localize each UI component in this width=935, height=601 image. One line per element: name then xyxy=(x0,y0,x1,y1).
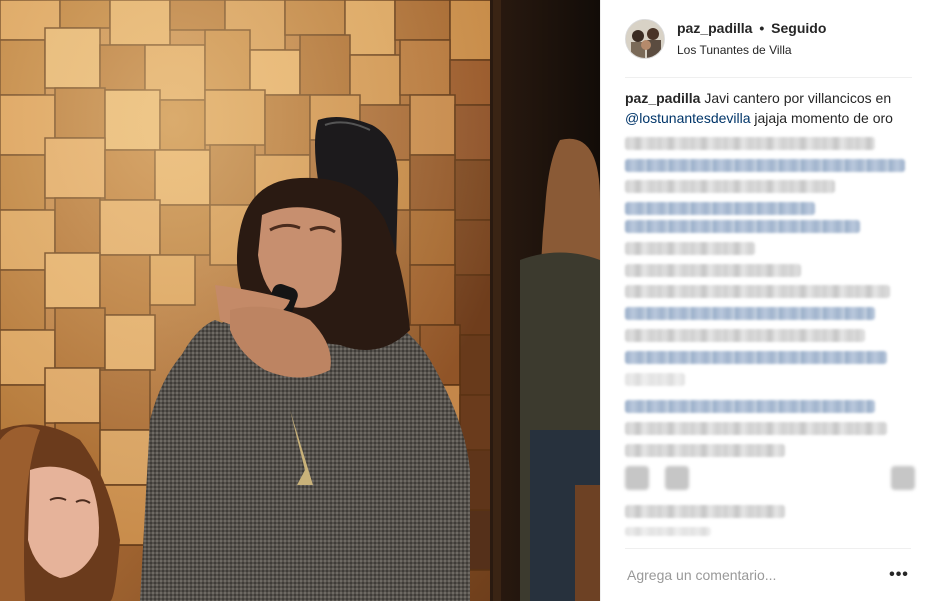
caption-mention-link[interactable]: @lostunantesdevilla xyxy=(625,110,751,126)
blurred-comment-3 xyxy=(625,220,915,286)
post-sidebar: paz_padilla • Seguido Los Tunantes de Vi… xyxy=(600,0,935,601)
location-link[interactable]: Los Tunantes de Villa xyxy=(677,42,826,58)
video-frame xyxy=(0,0,600,601)
caption-area: paz_padilla Javi cantero por villancicos… xyxy=(625,88,915,128)
blurred-comment-1 xyxy=(625,137,915,181)
profile-photo-icon xyxy=(626,20,664,58)
blurred-comment-4 xyxy=(625,285,915,395)
follow-status-button[interactable]: Seguido xyxy=(771,20,826,36)
caption-username[interactable]: paz_padilla xyxy=(625,90,700,106)
comment-input[interactable] xyxy=(625,567,887,583)
post-actions xyxy=(625,462,915,494)
blurred-comment-2 xyxy=(625,180,915,224)
more-options-icon[interactable]: ••• xyxy=(887,563,911,587)
header-text: paz_padilla • Seguido Los Tunantes de Vi… xyxy=(677,19,826,58)
header-username[interactable]: paz_padilla xyxy=(677,20,752,36)
blurred-comment-5 xyxy=(625,400,915,466)
header-title: paz_padilla • Seguido xyxy=(677,19,826,37)
add-comment-bar: ••• xyxy=(625,548,911,601)
avatar[interactable] xyxy=(625,19,665,59)
save-icon[interactable] xyxy=(891,466,915,490)
post-header: paz_padilla • Seguido Los Tunantes de Vi… xyxy=(601,0,935,78)
blurred-post-date xyxy=(625,527,711,545)
header-divider xyxy=(625,77,912,78)
caption-text-after: jajaja momento de oro xyxy=(754,110,893,126)
comment-icon[interactable] xyxy=(665,466,689,490)
instagram-post: paz_padilla • Seguido Los Tunantes de Vi… xyxy=(0,0,935,601)
caption-text-before: Javi cantero por villancicos en xyxy=(704,90,892,106)
header-separator: • xyxy=(759,19,765,36)
like-icon[interactable] xyxy=(625,466,649,490)
post-video[interactable] xyxy=(0,0,600,601)
blurred-likes-count xyxy=(625,505,785,527)
post-caption: paz_padilla Javi cantero por villancicos… xyxy=(625,88,915,128)
